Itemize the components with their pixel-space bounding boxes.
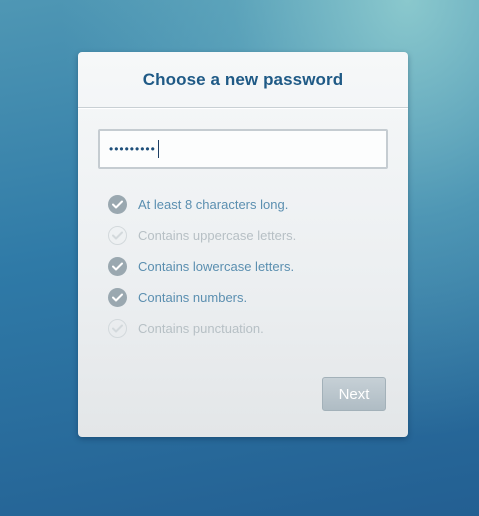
requirement-uppercase: Contains uppercase letters.	[108, 220, 296, 251]
requirement-label: Contains lowercase letters.	[138, 259, 295, 274]
password-requirements-list: At least 8 characters long. Contains upp…	[108, 189, 296, 344]
requirement-length: At least 8 characters long.	[108, 189, 296, 220]
requirement-numbers: Contains numbers.	[108, 282, 296, 313]
checkmark-icon	[108, 226, 127, 245]
requirement-label: Contains punctuation.	[138, 321, 264, 336]
text-caret	[157, 140, 159, 158]
checkmark-icon	[108, 288, 127, 307]
dialog-title: Choose a new password	[142, 69, 344, 89]
requirement-label: At least 8 characters long.	[138, 197, 289, 212]
password-value: •••••••••	[109, 142, 156, 156]
password-dialog: Choose a new password ••••••••• At least…	[78, 52, 408, 437]
checkmark-icon	[108, 319, 127, 338]
requirement-lowercase: Contains lowercase letters.	[108, 251, 296, 282]
checkmark-icon	[108, 195, 127, 214]
password-input[interactable]: •••••••••	[98, 129, 388, 169]
requirement-label: Contains uppercase letters.	[138, 228, 297, 243]
requirement-label: Contains numbers.	[138, 290, 248, 305]
next-button[interactable]: Next	[322, 377, 386, 411]
dialog-header: Choose a new password	[78, 52, 408, 108]
requirement-punctuation: Contains punctuation.	[108, 313, 296, 344]
checkmark-icon	[108, 257, 127, 276]
